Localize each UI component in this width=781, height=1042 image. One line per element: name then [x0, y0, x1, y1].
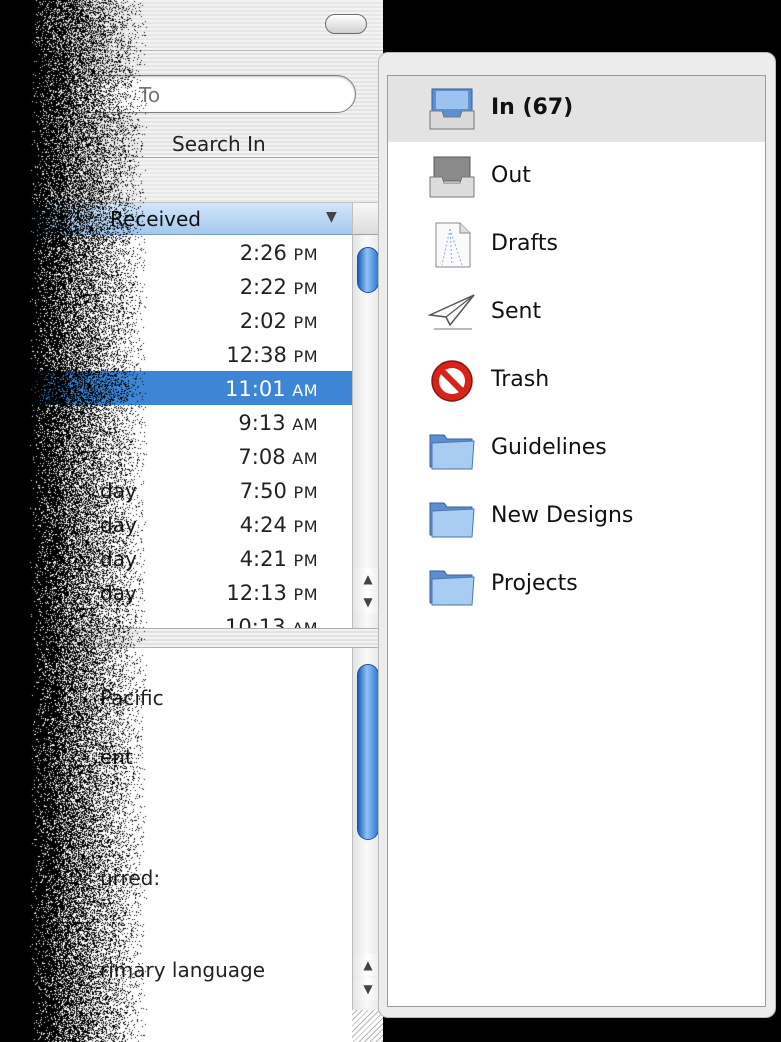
row-time: 12:13 PM — [226, 581, 318, 605]
no-entry-trash-icon — [431, 360, 473, 402]
mailbox-label: Drafts — [491, 231, 558, 256]
message-list[interactable]: 2:26 PM 2:22 PM 2:02 PM 12:38 PM 11:01 A… — [0, 235, 352, 628]
mailbox-label: Guidelines — [491, 435, 607, 460]
mailbox-sent[interactable]: Sent — [388, 280, 765, 346]
row-time: 4:24 PM — [239, 513, 318, 537]
message-row[interactable]: 7:08 AM — [0, 439, 352, 473]
row-time: 7:08 AM — [238, 445, 318, 469]
scrollbar-thumb[interactable] — [357, 247, 379, 293]
row-day: day — [100, 479, 137, 503]
row-time: 9:13 AM — [238, 411, 318, 435]
mailbox-label: New Designs — [491, 503, 634, 528]
row-time: 2:02 PM — [239, 309, 318, 333]
message-row-selected[interactable]: 11:01 AM — [0, 371, 352, 405]
preview-line: rimary language — [100, 958, 266, 982]
pane-splitter[interactable] — [0, 628, 383, 648]
toolbar-strip — [0, 158, 383, 203]
column-header-received[interactable]: Received ▼ — [0, 203, 352, 235]
mail-viewer-window: 🔍︎ Search In Received ▼ 2:26 PM 2:22 PM … — [0, 0, 383, 1042]
mailbox-in[interactable]: In (67) — [388, 76, 765, 142]
mailbox-label: Projects — [491, 571, 578, 596]
row-time: 10:13 AM — [225, 615, 317, 628]
folder-icon — [429, 434, 475, 470]
row-time: 7:50 PM — [239, 479, 318, 503]
mailbox-label: Trash — [491, 367, 550, 392]
row-time: 12:38 PM — [226, 343, 318, 367]
preview-line: Pacific — [100, 686, 164, 710]
message-row[interactable]: day 7:50 PM — [0, 473, 352, 507]
mailbox-guidelines[interactable]: Guidelines — [388, 416, 765, 482]
preview-line: ent — [100, 745, 133, 769]
scrollbar-thumb[interactable] — [357, 664, 379, 840]
inbox-tray-icon — [429, 88, 475, 130]
mailbox-label: Sent — [491, 299, 542, 324]
paper-plane-icon — [428, 294, 475, 330]
message-row[interactable]: 2:26 PM — [0, 235, 352, 269]
row-time: 11:01 AM — [225, 377, 318, 401]
message-row[interactable]: day 12:13 PM — [0, 575, 352, 609]
message-row[interactable]: day 4:24 PM — [0, 507, 352, 541]
outbox-tray-icon — [429, 156, 475, 198]
search-in-label: Search In — [172, 132, 266, 156]
row-time: 2:26 PM — [239, 241, 318, 265]
folder-icon — [429, 570, 475, 606]
search-field[interactable]: 🔍︎ — [70, 75, 356, 113]
resize-grip-icon[interactable] — [352, 1010, 383, 1042]
row-time: 4:21 PM — [239, 547, 318, 571]
message-row[interactable]: 2:22 PM — [0, 269, 352, 303]
message-preview: Pacific ent urred: rimary language — [0, 648, 352, 1042]
message-row[interactable]: 12:38 PM — [0, 337, 352, 371]
mailbox-label: Out — [491, 163, 531, 188]
window-titlebar — [0, 0, 383, 51]
draft-document-icon — [435, 222, 471, 268]
preview-line: urred: — [100, 866, 161, 890]
row-day: day — [100, 513, 137, 537]
row-day: day — [100, 581, 137, 605]
mailbox-drawer: In (67) Out Drafts Sent Trash Guidelines… — [378, 52, 776, 1018]
search-input[interactable] — [137, 82, 341, 108]
mailbox-label: In (67) — [491, 95, 574, 120]
sort-descending-icon: ▼ — [326, 209, 337, 225]
column-header-label: Received — [110, 207, 201, 231]
row-day: day — [100, 547, 137, 571]
mailbox-new-designs[interactable]: New Designs — [388, 484, 765, 550]
message-row[interactable]: 9:13 AM — [0, 405, 352, 439]
mailbox-out[interactable]: Out — [388, 144, 765, 210]
message-row[interactable]: 2:02 PM — [0, 303, 352, 337]
message-row[interactable]: 10:13 AM — [0, 609, 352, 628]
toolbar: 🔍︎ Search In — [0, 51, 383, 158]
folder-icon — [429, 502, 475, 538]
mailbox-drafts[interactable]: Drafts — [388, 212, 765, 278]
message-row[interactable]: day 4:21 PM — [0, 541, 352, 575]
search-icon: 🔍︎ — [85, 82, 108, 103]
mailbox-trash[interactable]: Trash — [388, 348, 765, 414]
row-time: 2:22 PM — [239, 275, 318, 299]
mailbox-projects[interactable]: Projects — [388, 552, 765, 618]
toolbar-toggle-button[interactable] — [325, 14, 367, 34]
mailbox-list: In (67) Out Drafts Sent Trash Guidelines… — [387, 75, 766, 1007]
